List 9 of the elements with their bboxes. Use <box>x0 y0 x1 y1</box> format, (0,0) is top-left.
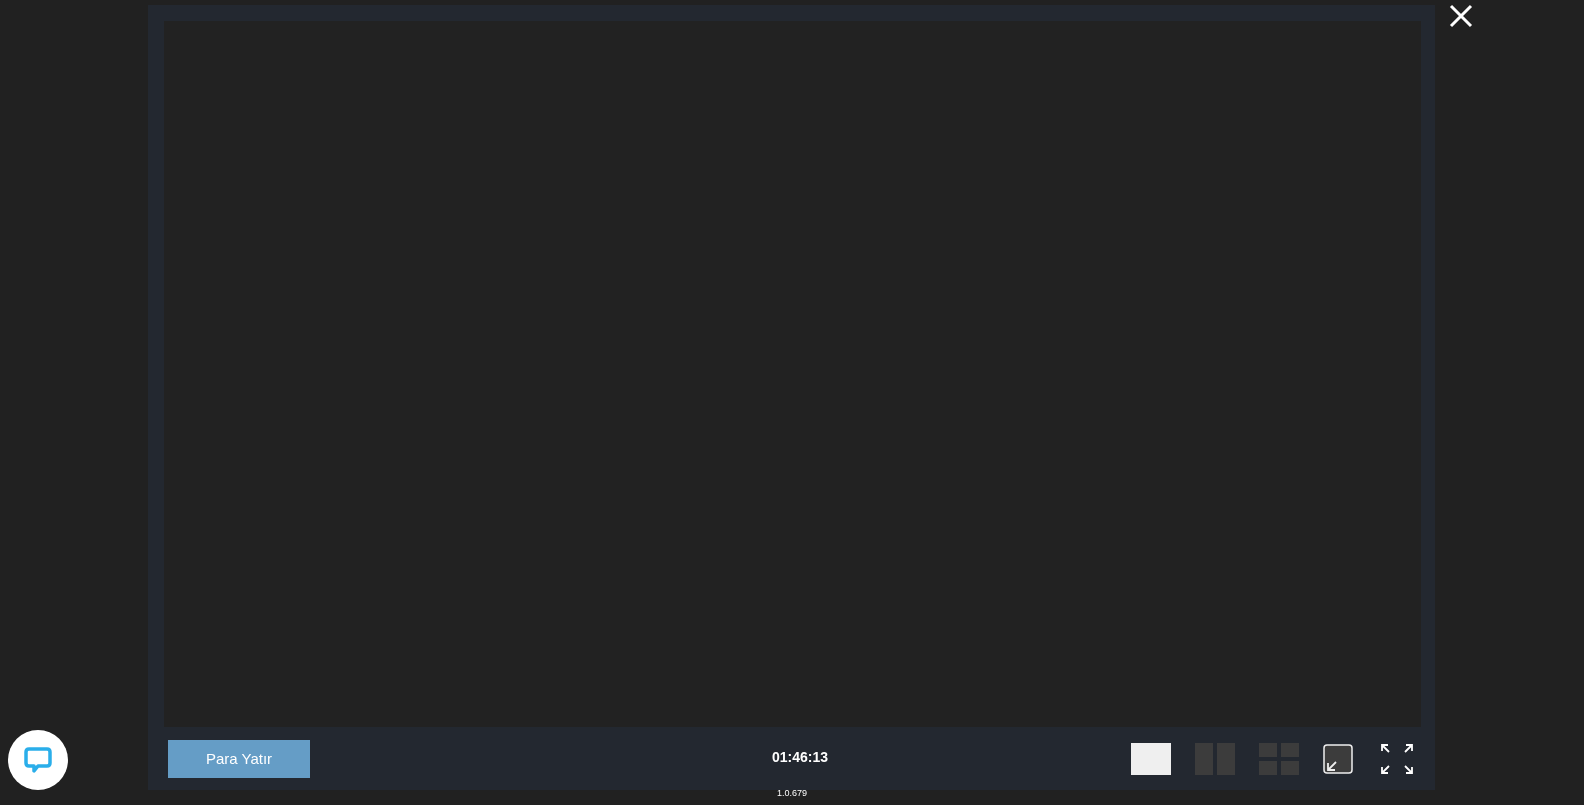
fullscreen-icon[interactable] <box>1381 743 1413 774</box>
minimize-icon[interactable] <box>1323 743 1353 774</box>
chat-bubble-icon <box>24 746 52 774</box>
close-icon[interactable] <box>1449 4 1473 28</box>
version-label: 1.0.679 <box>777 788 808 798</box>
chat-button[interactable] <box>8 730 68 790</box>
single-layout-icon[interactable] <box>1131 742 1171 775</box>
timer: 01:46:13 <box>772 749 829 765</box>
deposit-button[interactable]: Para Yatır <box>168 739 310 778</box>
